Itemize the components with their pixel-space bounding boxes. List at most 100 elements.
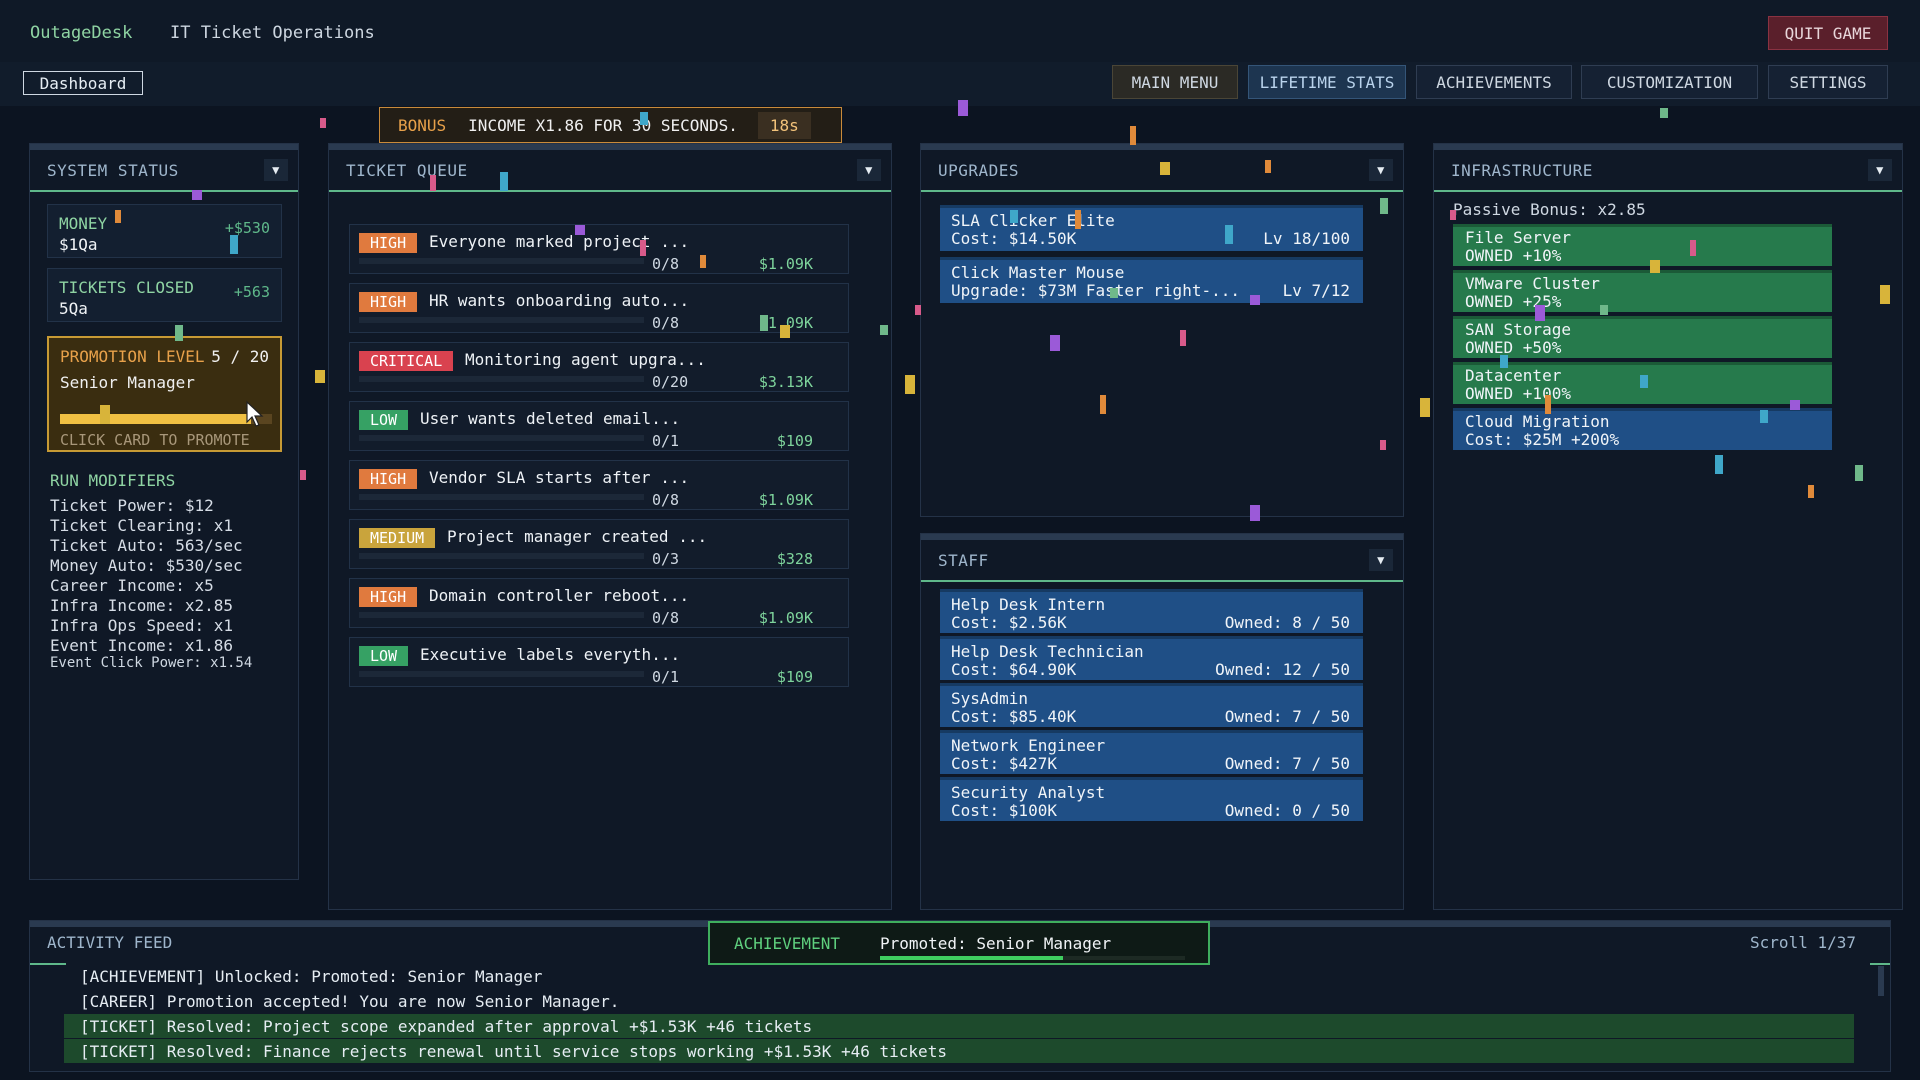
run-modifiers-list: Ticket Power: $12 Ticket Clearing: x1 Tick…	[50, 496, 243, 656]
infra-name: File Server	[1465, 228, 1571, 247]
staff-card[interactable]: Security Analyst Cost: $100K Owned: 0 / 50	[940, 777, 1363, 821]
staff-card[interactable]: SysAdmin Cost: $85.40K Owned: 7 / 50	[940, 683, 1363, 727]
settings-button[interactable]: SETTINGS	[1768, 65, 1888, 99]
feed-line: [CAREER] Promotion accepted! You are now…	[80, 991, 620, 1011]
confetti-piece	[1535, 305, 1545, 321]
ticket-title: Monitoring agent upgra...	[465, 350, 706, 369]
ticket-card[interactable]: CRITICAL Monitoring agent upgra... 0/20 $3.…	[349, 342, 849, 392]
infrastructure-title: INFRASTRUCTURE	[1451, 160, 1593, 180]
infrastructure-card[interactable]: Cloud Migration Cost: $25M +200%	[1453, 408, 1832, 450]
ticket-reward: $109	[776, 668, 813, 686]
activity-feed-title: ACTIVITY FEED	[47, 933, 173, 952]
upgrade-card-click-master[interactable]: Click Master Mouse Upgrade: $73M Faster …	[940, 257, 1363, 303]
tickets-closed-card: TICKETS CLOSED 5Qa +563	[47, 268, 282, 322]
cursor-icon	[246, 400, 264, 427]
confetti-piece	[1050, 335, 1060, 351]
staff-cost: Cost: $2.56K	[951, 613, 1067, 632]
confetti-piece	[760, 315, 768, 331]
confetti-piece	[575, 225, 585, 235]
confetti-piece	[500, 172, 508, 191]
confetti-piece	[115, 210, 121, 223]
confetti-piece	[1110, 288, 1118, 298]
confetti-piece	[300, 470, 306, 480]
quit-game-button[interactable]: QUIT GAME	[1768, 16, 1888, 50]
confetti-piece	[1250, 505, 1260, 521]
confetti-piece	[1880, 285, 1890, 304]
ticket-card[interactable]: HIGH HR wants onboarding auto... 0/8 $1.09K	[349, 283, 849, 333]
priority-badge: HIGH	[359, 587, 418, 607]
feed-line: [ACHIEVEMENT] Unlocked: Promoted: Senior…	[80, 966, 543, 986]
infrastructure-card[interactable]: File Server OWNED +10%	[1453, 224, 1832, 266]
ticket-title: Executive labels everyth...	[420, 645, 681, 664]
staff-cost: Cost: $100K	[951, 801, 1057, 820]
ticket-reward: $1.09K	[758, 491, 813, 509]
ticket-progress-track	[359, 435, 644, 441]
chevron-down-icon[interactable]: ▼	[1369, 549, 1393, 571]
ticket-reward: $1.09K	[758, 255, 813, 273]
ticket-queue-header: TICKET QUEUE ▼	[329, 144, 891, 192]
confetti-piece	[1225, 225, 1233, 244]
priority-badge: LOW	[359, 646, 409, 666]
ticket-card[interactable]: HIGH Domain controller reboot... 0/8 $1.09K	[349, 578, 849, 628]
promotion-card[interactable]: PROMOTION LEVEL 5 / 20 Senior Manager CL…	[47, 336, 282, 452]
bonus-tag: BONUS	[398, 115, 447, 135]
system-status-title: SYSTEM STATUS	[47, 160, 179, 180]
confetti-piece	[1100, 395, 1106, 414]
staff-card[interactable]: Network Engineer Cost: $427K Owned: 7 / 50	[940, 730, 1363, 774]
infra-name: VMware Cluster	[1465, 274, 1600, 293]
run-modifier: Money Auto: $530/sec	[50, 556, 243, 575]
priority-badge: CRITICAL	[359, 351, 454, 371]
chevron-down-icon[interactable]: ▼	[857, 159, 881, 181]
ticket-card[interactable]: HIGH Vendor SLA starts after ... 0/8 $1.09K	[349, 460, 849, 510]
lifetime-stats-button[interactable]: LIFETIME STATS	[1248, 65, 1406, 99]
infrastructure-card[interactable]: VMware Cluster OWNED +25%	[1453, 270, 1832, 312]
ticket-card[interactable]: HIGH Everyone marked project ... 0/8 $1.09K	[349, 224, 849, 274]
confetti-piece	[958, 100, 968, 116]
staff-card[interactable]: Help Desk Intern Cost: $2.56K Owned: 8 / 5…	[940, 589, 1363, 633]
infrastructure-card[interactable]: SAN Storage OWNED +50%	[1453, 316, 1832, 358]
run-modifier: Career Income: x5	[50, 576, 214, 595]
promotion-label: PROMOTION LEVEL	[60, 347, 205, 366]
confetti-piece	[1420, 398, 1430, 417]
toast-progress-fill	[880, 956, 1063, 960]
confetti-piece	[1808, 485, 1814, 498]
promotion-hint: CLICK CARD TO PROMOTE	[60, 431, 250, 449]
money-label: MONEY	[59, 214, 108, 233]
confetti-piece	[230, 235, 238, 254]
achievements-button[interactable]: ACHIEVEMENTS	[1416, 65, 1572, 99]
confetti-piece	[430, 175, 436, 191]
main-menu-button[interactable]: MAIN MENU	[1112, 65, 1238, 99]
upgrade-name: SLA Clicker Elite	[951, 211, 1115, 230]
confetti-piece	[1380, 198, 1388, 214]
chevron-down-icon[interactable]: ▼	[264, 159, 288, 181]
confetti-piece	[1010, 210, 1018, 223]
staff-header: STAFF ▼	[921, 534, 1403, 582]
ticket-card[interactable]: LOW Executive labels everyth... 0/1 $109	[349, 637, 849, 687]
bonus-banner[interactable]: BONUS INCOME X1.86 FOR 30 SECONDS. 18s	[379, 107, 842, 143]
tab-dashboard[interactable]: Dashboard	[23, 71, 143, 95]
achievement-toast[interactable]: ACHIEVEMENT Promoted: Senior Manager	[708, 921, 1210, 965]
chevron-down-icon[interactable]: ▼	[1369, 159, 1393, 181]
promotion-role: Senior Manager	[60, 373, 195, 392]
app-subtitle: IT Ticket Operations	[170, 23, 375, 43]
confetti-piece	[1265, 160, 1271, 173]
staff-name: Network Engineer	[951, 736, 1106, 755]
priority-badge: LOW	[359, 410, 409, 430]
ticket-queue-panel: TICKET QUEUE ▼ HIGH Everyone marked proje…	[328, 143, 892, 910]
ticket-progress: 0/8	[652, 491, 680, 509]
ticket-card[interactable]: LOW User wants deleted email... 0/1 $109	[349, 401, 849, 451]
ticket-reward: $3.13K	[758, 373, 813, 391]
upgrade-card-sla-clicker[interactable]: SLA Clicker Elite Cost: $14.50K Lv 18/10…	[940, 205, 1363, 251]
customization-button[interactable]: CUSTOMIZATION	[1581, 65, 1758, 99]
chevron-down-icon[interactable]: ▼	[1868, 159, 1892, 181]
upgrade-name: Click Master Mouse	[951, 263, 1125, 282]
ticket-reward: $1.09K	[758, 609, 813, 627]
upgrades-title: UPGRADES	[938, 160, 1020, 180]
staff-card[interactable]: Help Desk Technician Cost: $64.90K Owned: …	[940, 636, 1363, 680]
feed-scrollbar[interactable]	[1878, 966, 1884, 996]
ticket-card[interactable]: MEDIUM Project manager created ... 0/3 $328	[349, 519, 849, 569]
ticket-progress: 0/8	[652, 255, 680, 273]
ticket-title: User wants deleted email...	[420, 409, 681, 428]
confetti-piece	[1450, 210, 1456, 220]
infra-name: Cloud Migration	[1465, 412, 1610, 431]
